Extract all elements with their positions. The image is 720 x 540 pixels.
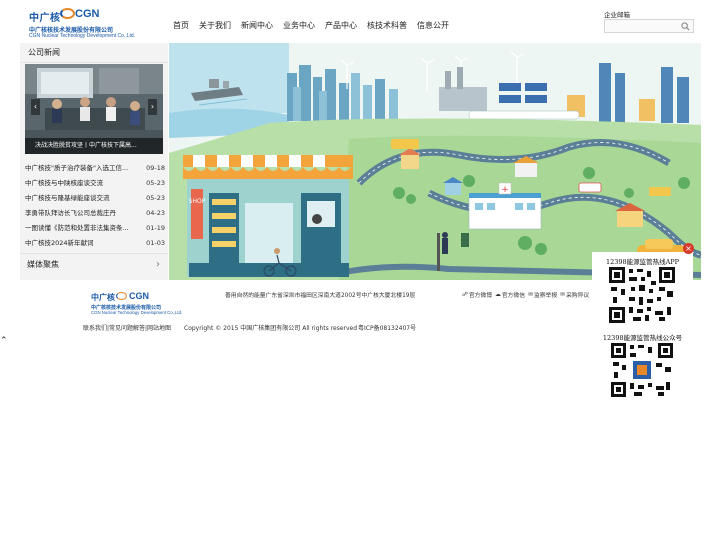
media-focus-link[interactable]: 媒体聚焦 › (20, 253, 168, 275)
news-photo-carousel[interactable]: ‹ › 决战决胜脱贫攻坚丨中广核技下属高... (25, 64, 163, 154)
footer-social-links: ☍ 官方微博 ☁ 官方微信 ✉ 监察举报 ✉ 采购异议 (462, 290, 590, 300)
shop-sign-text: SHOP (189, 198, 206, 205)
footer-logo-en: CGN Nuclear Technology Development Co.,L… (91, 310, 183, 315)
logo-mark-cn: 中广核 (29, 13, 61, 24)
news-sidebar: 公司新闻 ‹ › 决战决胜脱贫攻坚丨中广核技下属高... 中广核技"质子治疗装备… (20, 43, 168, 280)
news-title[interactable]: 李勇带队拜访长飞公司总裁庄丹 (25, 206, 116, 221)
news-title[interactable]: 一图读懂《防范和处置非法集资条... (25, 221, 129, 236)
news-item[interactable]: 中广核技2024新年献词 01-03 (25, 236, 165, 251)
qr-close-button[interactable]: × (683, 243, 694, 254)
nav-about[interactable]: 关于我们 (199, 20, 231, 32)
wechat-label: 官方微信 (501, 293, 526, 299)
weibo-icon: ☍ (462, 291, 468, 298)
nav-disclosure[interactable]: 信息公开 (417, 20, 449, 32)
logo-mark-en: CGN (75, 8, 100, 20)
news-item[interactable]: 中广核技"质子治疗装备"入选工信... 09-18 (25, 161, 165, 176)
media-focus-label: 媒体聚焦 (27, 260, 59, 269)
photo-caption[interactable]: 决战决胜脱贫攻坚丨中广核技下属高... (25, 138, 163, 154)
nav-business[interactable]: 业务中心 (283, 20, 315, 32)
footer-icp[interactable]: 粤ICP备08132407号 (358, 323, 416, 332)
procurement-label: 采购异议 (566, 293, 590, 299)
report-link[interactable]: ✉ 监察举报 (528, 290, 558, 300)
search-box (604, 19, 694, 40)
sidebar-title: 公司新闻 (20, 43, 168, 63)
procurement-link[interactable]: ✉ 采购异议 (560, 290, 590, 300)
news-title[interactable]: 中广核技与隆基绿能座谈交流 (25, 191, 110, 206)
nav-products[interactable]: 产品中心 (325, 20, 357, 32)
news-title[interactable]: 中广核技与中陕核座谈交流 (25, 176, 103, 191)
news-date: 01-03 (146, 239, 165, 247)
footer-logo[interactable]: 中广核 CGN 中广核核技术发展股份有限公司 CGN Nuclear Techn… (91, 291, 201, 317)
footer-logo-mark-cn: 中广核 (91, 293, 115, 302)
news-title[interactable]: 中广核技2024新年献词 (25, 236, 94, 251)
footer-bottom-links[interactable]: 联系我们|常见问题解答|网站地图 (83, 323, 171, 332)
search-input[interactable] (605, 28, 679, 40)
news-item[interactable]: 一图读懂《防范和处置非法集资条... 01-19 (25, 221, 165, 236)
news-date: 05-23 (146, 179, 165, 187)
weibo-link[interactable]: ☍ 官方微博 (462, 290, 493, 300)
enterprise-mail-link[interactable]: 企业邮箱 (604, 9, 630, 19)
logo-swirl-icon (60, 8, 75, 19)
news-date: 01-19 (146, 224, 165, 232)
carousel-prev-button[interactable]: ‹ (31, 99, 40, 115)
city-illustration: + SHOP (169, 43, 701, 280)
company-logo[interactable]: 中广核 CGN 中广核核技术发展股份有限公司 CGN Nuclear Techn… (29, 7, 151, 41)
search-icon[interactable] (681, 22, 690, 31)
footer-address: 善用自然的能量广东省深圳市福田区深南大道2002号中广核大厦北楼19层 (225, 293, 416, 299)
weibo-label: 官方微博 (468, 293, 493, 299)
mail-icon: ✉ (560, 291, 565, 298)
news-date: 05-23 (146, 194, 165, 202)
news-title[interactable]: 中广核技"质子治疗装备"入选工信... (25, 161, 128, 176)
qr-app-code (609, 267, 675, 323)
footer-logo-swirl-icon (116, 292, 127, 300)
footer-logo-mark-en: CGN (129, 291, 149, 301)
qr-app-label: 12398能源监管热线APP (605, 258, 680, 266)
main-nav: 首页 关于我们 新闻中心 业务中心 产品中心 核技术科普 信息公开 (173, 20, 459, 32)
hospital-cross-icon: + (501, 185, 509, 195)
news-item[interactable]: 李勇带队拜访长飞公司总裁庄丹 04-23 (25, 206, 165, 221)
back-to-top-icon[interactable]: ⌃ (0, 336, 8, 346)
news-list: 中广核技"质子治疗装备"入选工信... 09-18 中广核技与中陕核座谈交流 05-… (25, 161, 165, 251)
nav-home[interactable]: 首页 (173, 20, 189, 32)
news-date: 04-23 (146, 209, 165, 217)
footer-copyright: Copyright © 2015 中国广核集团有限公司 All rights r… (184, 325, 358, 332)
carousel-next-button[interactable]: › (148, 99, 157, 115)
report-label: 监察举报 (533, 293, 558, 299)
logo-company-en: CGN Nuclear Technology Development Co.,L… (29, 33, 136, 39)
nav-news[interactable]: 新闻中心 (241, 20, 273, 32)
news-item[interactable]: 中广核技与中陕核座谈交流 05-23 (25, 176, 165, 191)
qr-wechat-code (611, 343, 673, 397)
wechat-link[interactable]: ☁ 官方微信 (495, 290, 526, 300)
nav-science[interactable]: 核技术科普 (367, 20, 407, 32)
qr-code-panel: 12398能源监管热线APP 12398能源监管热线公众号 (592, 252, 693, 400)
chevron-right-icon: › (156, 259, 160, 270)
news-item[interactable]: 中广核技与隆基绿能座谈交流 05-23 (25, 191, 165, 206)
wechat-icon: ☁ (495, 291, 501, 298)
mail-icon: ✉ (528, 291, 533, 298)
hero-banner[interactable]: + SHOP (169, 43, 701, 280)
qr-wechat-label: 12398能源监管热线公众号 (602, 334, 683, 342)
news-date: 09-18 (146, 164, 165, 172)
